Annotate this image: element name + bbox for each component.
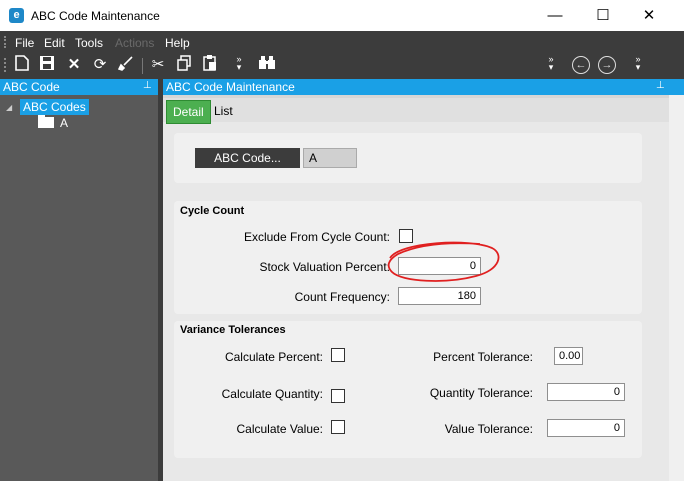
collapse-icon[interactable]: ◢ xyxy=(6,103,12,112)
percent-tolerance-label: Percent Tolerance: xyxy=(433,350,533,364)
menu-tools[interactable]: Tools xyxy=(75,36,103,50)
copy-icon[interactable] xyxy=(174,55,194,75)
calculate-percent-label: Calculate Percent: xyxy=(224,350,323,364)
tab-list[interactable]: List xyxy=(208,100,239,122)
menu-actions: Actions xyxy=(115,36,155,50)
maximize-button[interactable]: ☐ xyxy=(580,0,626,31)
vertical-scrollbar[interactable] xyxy=(669,95,684,481)
quantity-tolerance-label: Quantity Tolerance: xyxy=(429,386,533,400)
refresh-icon[interactable]: ⟳ xyxy=(90,55,110,75)
tree-item-a[interactable]: A xyxy=(60,116,68,130)
overflow-icon[interactable]: » ▾ xyxy=(234,55,244,72)
binoculars-icon[interactable] xyxy=(257,55,277,75)
quantity-tolerance-field[interactable]: 0 xyxy=(547,383,625,401)
left-panel xyxy=(0,79,158,481)
value-tolerance-field[interactable]: 0 xyxy=(547,419,625,437)
new-icon[interactable] xyxy=(12,55,32,75)
paste-icon[interactable] xyxy=(200,55,220,75)
folder-tab xyxy=(38,115,45,118)
pin-icon[interactable]: ⊥ xyxy=(143,80,152,91)
clear-icon[interactable] xyxy=(116,55,136,75)
count-frequency-field[interactable]: 180 xyxy=(398,287,481,305)
grip-icon xyxy=(4,58,8,72)
close-button[interactable]: ✕ xyxy=(626,0,672,31)
app-icon: e xyxy=(9,8,24,23)
cut-icon[interactable]: ✂ xyxy=(148,55,168,75)
tab-detail[interactable]: Detail xyxy=(166,100,211,124)
value-tolerance-label: Value Tolerance: xyxy=(444,422,533,436)
overflow-icon[interactable]: » ▾ xyxy=(633,55,643,72)
back-icon[interactable]: ← xyxy=(572,56,590,74)
percent-tolerance-field[interactable]: 0.00 xyxy=(554,347,583,365)
calculate-value-label: Calculate Value: xyxy=(236,422,324,436)
annotation-ellipse xyxy=(387,241,500,282)
toolbar-separator xyxy=(142,58,143,74)
calculate-value-checkbox[interactable] xyxy=(331,420,345,434)
tree-root[interactable]: ABC Codes xyxy=(20,99,89,115)
cycle-count-title: Cycle Count xyxy=(180,205,245,217)
variance-tolerances-title: Variance Tolerances xyxy=(180,324,286,336)
save-icon[interactable] xyxy=(37,55,57,75)
overflow-icon[interactable]: » ▾ xyxy=(546,55,556,72)
tab-strip xyxy=(163,98,669,122)
grip-icon xyxy=(4,36,8,48)
minimize-button[interactable]: — xyxy=(532,0,578,31)
abc-code-button[interactable]: ABC Code... xyxy=(195,148,300,168)
delete-icon[interactable]: ✕ xyxy=(64,55,84,75)
forward-icon[interactable]: → xyxy=(598,56,616,74)
stock-valuation-label: Stock Valuation Percent: xyxy=(259,260,390,274)
left-panel-title: ABC Code xyxy=(3,80,60,94)
menu-file[interactable]: File xyxy=(15,36,34,50)
window-title: ABC Code Maintenance xyxy=(31,9,160,23)
exclude-cycle-count-label: Exclude From Cycle Count: xyxy=(243,230,390,244)
pin-icon[interactable]: ⊥ xyxy=(656,80,665,91)
menu-help[interactable]: Help xyxy=(165,36,190,50)
calculate-percent-checkbox[interactable] xyxy=(331,348,345,362)
menu-edit[interactable]: Edit xyxy=(44,36,65,50)
calculate-quantity-label: Calculate Quantity: xyxy=(221,387,323,401)
count-frequency-label: Count Frequency: xyxy=(294,290,390,304)
folder-icon xyxy=(38,117,54,128)
abc-code-field[interactable]: A xyxy=(303,148,357,168)
calculate-quantity-checkbox[interactable] xyxy=(331,389,345,403)
right-panel-title: ABC Code Maintenance xyxy=(166,80,295,94)
